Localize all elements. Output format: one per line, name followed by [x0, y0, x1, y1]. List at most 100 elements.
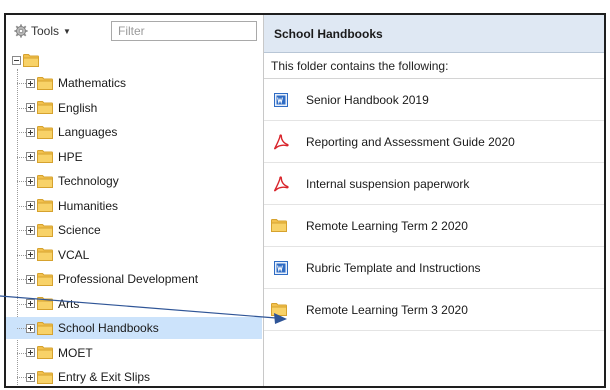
folder-icon — [37, 248, 53, 261]
expand-icon[interactable] — [26, 152, 35, 161]
folder-icon — [37, 272, 53, 286]
tree-item-professional-development[interactable]: Professional Development — [6, 268, 262, 290]
tree-item-science[interactable]: Science — [6, 219, 262, 241]
expand-icon[interactable] — [26, 127, 35, 137]
tree-item-hpe[interactable]: HPE — [6, 146, 262, 168]
root-folder-icon — [23, 54, 39, 67]
pdf-icon — [274, 133, 289, 149]
content-item-label: Rubric Template and Instructions — [306, 260, 481, 275]
filter-input[interactable] — [111, 21, 257, 41]
tree-connector — [17, 352, 26, 354]
tree-item-arts[interactable]: Arts — [6, 293, 262, 315]
expand-icon[interactable] — [26, 274, 35, 284]
folder-icon — [37, 199, 53, 212]
tree-item-label: Entry & Exit Slips — [58, 370, 151, 384]
expand-icon[interactable] — [26, 201, 35, 210]
item-icon-wrapper — [270, 302, 289, 318]
folder-icon — [37, 174, 53, 188]
tree-item-label: Humanities — [58, 198, 119, 213]
tree-connector — [17, 132, 26, 133]
collapse-root-icon[interactable] — [12, 56, 21, 65]
content-item-label: Senior Handbook 2019 — [306, 92, 429, 107]
item-icon-wrapper — [273, 92, 289, 108]
tree-item-label: HPE — [58, 149, 83, 164]
expand-icon[interactable] — [26, 323, 35, 333]
tree-item-label: VCAL — [58, 247, 90, 262]
content-item-label: Reporting and Assessment Guide 2020 — [306, 134, 515, 149]
content-item-rubric-template-and-instructions[interactable]: Rubric Template and Instructions — [264, 247, 604, 289]
tree-item-humanities[interactable]: Humanities — [6, 195, 262, 217]
folder-tree: Mathematics English Languages HPE Techno… — [6, 47, 263, 386]
tree-connector — [17, 328, 26, 329]
file-browser-window: Tools ▼ Mathematics Engl — [4, 13, 606, 388]
content-item-reporting-and-assessment-guide-2020[interactable]: Reporting and Assessment Guide 2020 — [264, 121, 604, 163]
tree-connector — [17, 254, 26, 256]
tree-item-entry-and-exit-slips[interactable]: Entry & Exit Slips — [6, 366, 262, 386]
tools-menu-button[interactable]: Tools ▼ — [14, 22, 71, 40]
content-item-senior-handbook-2019[interactable]: Senior Handbook 2019 — [264, 79, 604, 121]
pdf-icon — [274, 175, 289, 191]
tree-item-moet[interactable]: MOET — [6, 342, 262, 364]
folder-content-pane: School Handbooks This folder contains th… — [264, 15, 604, 386]
tree-connector — [17, 279, 26, 280]
tree-item-school-handbooks[interactable]: School Handbooks — [6, 317, 262, 339]
content-item-label: Internal suspension paperwork — [306, 176, 470, 191]
tree-item-label: MOET — [58, 345, 93, 360]
expand-icon[interactable] — [26, 176, 35, 186]
folder-icon — [37, 125, 53, 139]
item-icon-wrapper — [270, 218, 289, 234]
content-item-internal-suspension-paperwork[interactable]: Internal suspension paperwork — [264, 163, 604, 205]
tree-item-vcal[interactable]: VCAL — [6, 244, 262, 266]
tree-connector — [17, 156, 26, 158]
tree-connector — [17, 83, 26, 84]
tree-item-mathematics[interactable]: Mathematics — [6, 72, 262, 94]
tree-item-label: School Handbooks — [58, 321, 159, 335]
tree-item-label: Languages — [58, 125, 118, 139]
folder-icon — [37, 370, 53, 384]
expand-icon[interactable] — [26, 103, 35, 112]
word-document-icon — [274, 260, 288, 275]
expand-icon[interactable] — [26, 348, 35, 357]
item-icon-wrapper — [273, 260, 289, 276]
folder-icon — [37, 297, 53, 310]
folder-icon — [37, 150, 53, 163]
folder-icon — [37, 223, 53, 237]
tree-item-english[interactable]: English — [6, 97, 262, 119]
tree-connector — [17, 205, 26, 207]
tree-item-label: Technology — [58, 174, 119, 188]
gear-icon — [14, 24, 28, 38]
item-icon-wrapper — [273, 175, 289, 192]
content-item-remote-learning-term-3-2020[interactable]: Remote Learning Term 3 2020 — [264, 289, 604, 331]
tree-connector — [17, 377, 26, 378]
tree-item-label: Professional Development — [58, 272, 199, 286]
folder-icon — [37, 101, 53, 114]
tree-root[interactable] — [12, 54, 44, 67]
tree-connector — [17, 303, 26, 305]
tools-label: Tools — [31, 24, 60, 38]
folder-tree-pane: Tools ▼ Mathematics Engl — [6, 15, 264, 386]
word-document-icon — [274, 92, 288, 107]
tree-connector — [17, 230, 26, 231]
expand-icon[interactable] — [26, 225, 35, 235]
expand-icon[interactable] — [26, 78, 35, 88]
tree-connector — [17, 181, 26, 182]
tree-item-languages[interactable]: Languages — [6, 121, 262, 143]
expand-icon[interactable] — [26, 299, 35, 308]
item-icon-wrapper — [273, 133, 289, 150]
content-item-label: Remote Learning Term 3 2020 — [306, 302, 468, 317]
content-title: School Handbooks — [264, 15, 604, 53]
expand-icon[interactable] — [26, 250, 35, 259]
content-item-label: Remote Learning Term 2 2020 — [306, 218, 468, 233]
content-item-remote-learning-term-2-2020[interactable]: Remote Learning Term 2 2020 — [264, 205, 604, 247]
folder-icon — [37, 321, 53, 335]
tree-item-label: Mathematics — [58, 76, 127, 90]
expand-icon[interactable] — [26, 372, 35, 382]
tree-item-label: English — [58, 100, 98, 115]
folder-icon — [270, 303, 287, 316]
tree-item-technology[interactable]: Technology — [6, 170, 262, 192]
tree-item-label: Science — [58, 223, 101, 237]
content-subtitle: This folder contains the following: — [264, 53, 604, 79]
tree-toolbar: Tools ▼ — [6, 15, 263, 47]
caret-down-icon: ▼ — [63, 26, 71, 36]
tree-item-label: Arts — [58, 296, 80, 311]
